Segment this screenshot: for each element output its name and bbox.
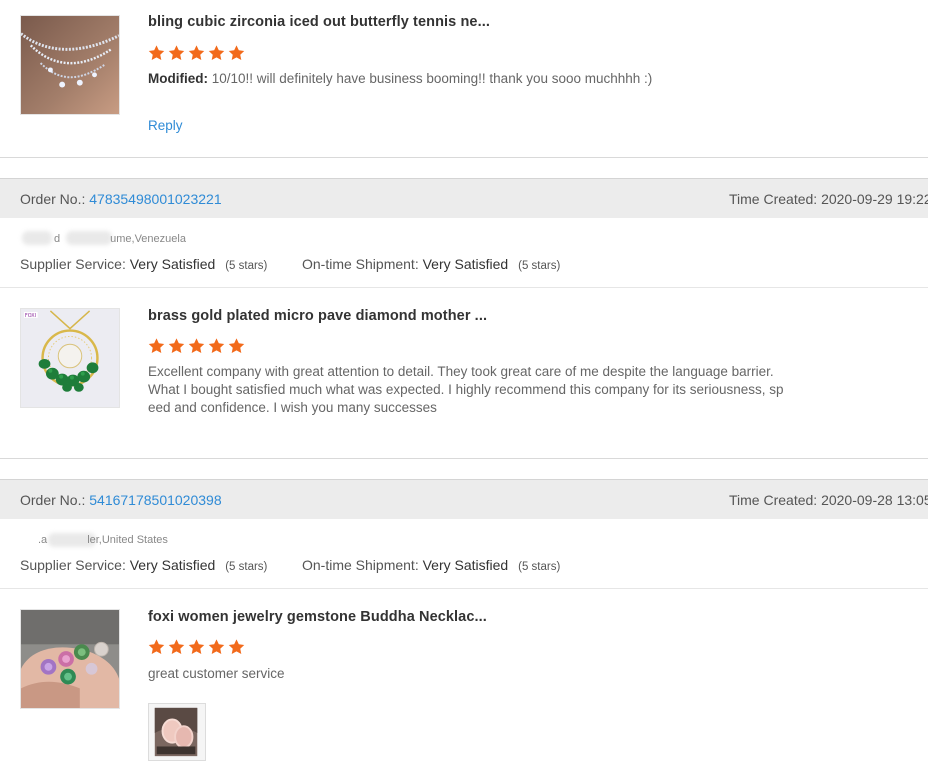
star-icon xyxy=(228,338,245,354)
divider xyxy=(0,458,928,459)
time-created-value: 2020-09-28 13:05 xyxy=(821,492,928,508)
shipment-label: On-time Shipment: xyxy=(302,557,419,573)
buyer-location: d ume,Venezuela xyxy=(20,233,186,245)
time-created-label: Time Created: xyxy=(729,492,818,508)
star-rating xyxy=(147,44,246,62)
star-icon xyxy=(148,338,165,354)
buyer-location: .a ler,United States xyxy=(20,534,168,546)
star-icon xyxy=(188,45,205,61)
supplier-service-label: Supplier Service: xyxy=(20,256,126,272)
location-prefix: .a xyxy=(38,534,48,546)
supplier-service-label: Supplier Service: xyxy=(20,557,126,573)
shipment-stars: (5 stars) xyxy=(518,561,561,573)
star-icon xyxy=(228,639,245,655)
star-rating xyxy=(147,337,246,355)
review-line: Excellent company with great attention t… xyxy=(148,364,774,379)
order-header: Order No.: 54167178501020398 Time Create… xyxy=(0,479,928,519)
star-icon xyxy=(188,639,205,655)
order-number-label: Order No.: xyxy=(20,492,86,508)
service-ratings: Supplier Service: Very Satisfied (5 star… xyxy=(20,557,920,575)
review-text: great customer service xyxy=(148,666,285,681)
location-prefix: d xyxy=(54,233,61,245)
product-thumbnail[interactable] xyxy=(20,609,120,709)
star-icon xyxy=(208,45,225,61)
review-body: 10/10!! will definitely have business bo… xyxy=(211,71,653,86)
location-text: ume,Venezuela xyxy=(110,233,186,245)
pendant-image: FOXI xyxy=(21,309,119,407)
star-icon xyxy=(168,639,185,655)
order-number-link[interactable]: 54167178501020398 xyxy=(89,492,221,508)
review-text: Excellent company with great attention t… xyxy=(148,363,803,417)
review-item-1: bling cubic zirconia iced out butterfly … xyxy=(0,0,928,157)
product-thumbnail[interactable] xyxy=(20,15,120,115)
modified-label: Modified: xyxy=(148,71,208,86)
shipment-value: Very Satisfied xyxy=(422,557,509,573)
shipment-stars: (5 stars) xyxy=(518,260,561,272)
supplier-service-value: Very Satisfied xyxy=(129,256,216,272)
star-icon xyxy=(208,338,225,354)
divider xyxy=(0,157,928,158)
supplier-service-value: Very Satisfied xyxy=(129,557,216,573)
time-created-label: Time Created: xyxy=(729,191,818,207)
star-icon xyxy=(148,639,165,655)
location-text: ler,United States xyxy=(87,534,168,546)
star-icon xyxy=(228,45,245,61)
review-line: What I bought satisfied much what was ex… xyxy=(148,382,784,397)
product-thumbnail[interactable]: FOXI xyxy=(20,308,120,408)
product-title[interactable]: foxi women jewelry gemstone Buddha Neckl… xyxy=(148,609,487,625)
star-icon xyxy=(168,338,185,354)
review-text: Modified: 10/10!! will definitely have b… xyxy=(148,70,803,88)
star-icon xyxy=(148,45,165,61)
order-number-link[interactable]: 47835498001023221 xyxy=(89,191,221,207)
star-icon xyxy=(168,45,185,61)
review-item-3: foxi women jewelry gemstone Buddha Neckl… xyxy=(0,589,928,767)
product-title[interactable]: brass gold plated micro pave diamond mot… xyxy=(148,308,487,324)
review-photo[interactable] xyxy=(148,703,206,761)
time-created-value: 2020-09-29 19:22 xyxy=(821,191,928,207)
rings-in-hand-image xyxy=(21,610,119,708)
shipment-value: Very Satisfied xyxy=(422,256,509,272)
supplier-service-stars: (5 stars) xyxy=(225,561,268,573)
review-item-2: FOXI brass gold plated micro pave diamon… xyxy=(0,288,928,458)
order-header: Order No.: 47835498001023221 Time Create… xyxy=(0,178,928,218)
reply-link[interactable]: Reply xyxy=(148,118,183,133)
star-rating xyxy=(147,638,246,656)
review-photo-image xyxy=(149,704,205,760)
order-number-label: Order No.: xyxy=(20,191,86,207)
product-title[interactable]: bling cubic zirconia iced out butterfly … xyxy=(148,14,490,30)
supplier-service-stars: (5 stars) xyxy=(225,260,268,272)
shipment-label: On-time Shipment: xyxy=(302,256,419,272)
service-ratings: Supplier Service: Very Satisfied (5 star… xyxy=(20,256,920,274)
star-icon xyxy=(188,338,205,354)
feedback-page: bling cubic zirconia iced out butterfly … xyxy=(0,0,928,767)
star-icon xyxy=(208,639,225,655)
review-line: eed and confidence. I wish you many succ… xyxy=(148,400,437,415)
necklace-image xyxy=(21,16,119,114)
svg-text:FOXI: FOXI xyxy=(25,313,36,319)
